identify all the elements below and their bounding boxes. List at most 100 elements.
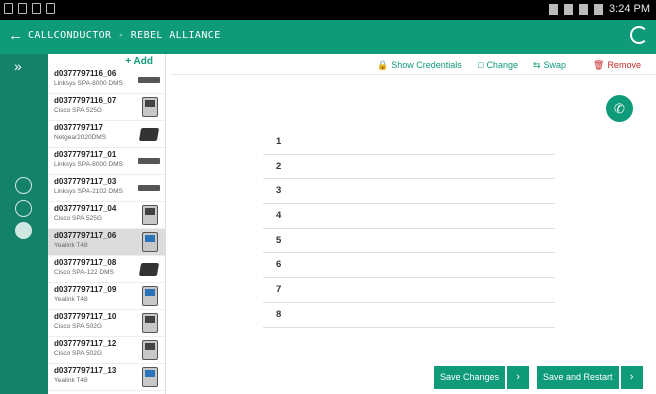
android-status-bar: 3:24 PM	[0, 0, 656, 20]
device-icon[interactable]	[15, 222, 32, 239]
line-number: 6	[276, 259, 282, 271]
battery-icon	[594, 3, 604, 15]
line-row[interactable]: 8	[263, 303, 555, 328]
swap-icon: ⇆	[533, 60, 541, 70]
device-image	[138, 205, 160, 225]
refresh-icon[interactable]	[630, 26, 648, 44]
double-chevron-right-icon[interactable]: »	[14, 58, 22, 74]
device-list-item[interactable]: d0377797117_03 Linksys SPA-2102 DMS	[48, 175, 165, 202]
main-panel: 🔒 Show Credentials □ Change ⇆ Swap 🗑 Remove …	[171, 54, 656, 394]
device-model: Cisco SPA 525G	[54, 107, 102, 114]
device-thumbnail	[138, 263, 160, 276]
device-name: d0377797117_12	[54, 339, 117, 348]
device-image	[138, 70, 160, 90]
arrow-left-icon[interactable]: ←	[8, 27, 23, 45]
device-image	[138, 259, 160, 279]
call-button[interactable]: ✆	[606, 95, 633, 122]
building-icon[interactable]	[15, 177, 32, 194]
device-model: Linksys SPA-8000 DMS	[54, 161, 123, 168]
save-changes-arrow[interactable]: ›	[507, 366, 530, 389]
save-changes-button[interactable]: Save Changes	[434, 366, 506, 389]
line-number: 7	[276, 284, 282, 296]
device-image	[138, 286, 160, 306]
device-thumbnail	[138, 77, 160, 83]
device-image	[138, 124, 160, 144]
device-model: Cisco SPA 525G	[54, 215, 102, 222]
signal-icon	[579, 3, 589, 15]
wifi-icon	[564, 3, 574, 15]
device-list-item[interactable]: d0377797116_06 Linksys SPA-8000 DMS	[48, 67, 165, 94]
show-credentials-button[interactable]: 🔒 Show Credentials	[377, 60, 462, 71]
remove-button[interactable]: 🗑 Remove	[593, 60, 641, 71]
change-icon: □	[478, 60, 484, 70]
line-number: 2	[276, 160, 282, 172]
notification-icon	[18, 3, 27, 14]
device-model: Cisco SPA 502G	[54, 350, 102, 357]
device-name: d0377797117_03	[54, 177, 117, 186]
device-thumbnail	[142, 97, 158, 117]
device-thumbnail	[138, 185, 160, 191]
line-number: 1	[276, 136, 282, 147]
user-icon[interactable]	[15, 200, 32, 217]
line-number: 3	[276, 185, 282, 197]
device-list-item[interactable]: d0377797117_06 Yealink T48	[48, 229, 165, 256]
device-list-item[interactable]: d0377797117_01 Linksys SPA-8000 DMS	[48, 148, 165, 175]
line-row[interactable]: 4	[263, 204, 555, 229]
device-image	[138, 367, 160, 387]
device-thumbnail	[142, 232, 158, 252]
device-list: d0377797116_06 Linksys SPA-8000 DMS d03777…	[48, 67, 165, 391]
device-thumbnail	[138, 158, 160, 164]
device-model: Cisco SPA 502G	[54, 323, 102, 330]
device-model: Yealink T48	[54, 242, 88, 249]
bluetooth-icon	[549, 3, 559, 15]
swap-button[interactable]: ⇆ Swap	[533, 60, 566, 71]
line-row[interactable]: 1	[263, 130, 555, 155]
save-and-restart-group: Save and Restart ›	[537, 366, 643, 389]
add-device-button[interactable]: + Add	[125, 56, 153, 67]
device-name: d0377797117_08	[54, 258, 117, 267]
app-title: CALLCONDUCTOR - REBEL ALLIANCE	[28, 30, 221, 41]
device-model: Yealink T48	[54, 296, 88, 303]
line-row[interactable]: 7	[263, 278, 555, 303]
device-name: d0377797117	[54, 123, 103, 132]
device-name: d0377797117_06	[54, 231, 117, 240]
notification-icons	[4, 3, 55, 14]
device-list-item[interactable]: d0377797117_08 Cisco SPA-122 DMS	[48, 256, 165, 283]
nav-rail: »	[0, 54, 48, 394]
device-name: d0377797116_07	[54, 96, 117, 105]
device-model: Linksys SPA-8000 DMS	[54, 80, 123, 87]
save-and-restart-arrow[interactable]: ›	[620, 366, 643, 389]
line-row[interactable]: 3	[263, 179, 555, 205]
line-row[interactable]: 6	[263, 253, 555, 279]
line-row[interactable]: 2	[263, 155, 555, 180]
device-thumbnail	[142, 205, 158, 225]
trash-icon: 🗑	[593, 60, 605, 70]
notification-icon	[46, 3, 55, 14]
change-button[interactable]: □ Change	[478, 60, 518, 70]
device-model: Yealink T48	[54, 377, 88, 384]
device-list-item[interactable]: d0377797117_04 Cisco SPA 525G	[48, 202, 165, 229]
device-image	[138, 313, 160, 333]
save-and-restart-button[interactable]: Save and Restart	[537, 366, 619, 389]
device-list-item[interactable]: d0377797117_09 Yealink T48	[48, 283, 165, 310]
device-list-item[interactable]: d0377797117_12 Cisco SPA 502G	[48, 337, 165, 364]
status-time: 3:24 PM	[609, 3, 650, 15]
device-image	[138, 232, 160, 252]
device-name: d0377797116_06	[54, 69, 117, 78]
device-thumbnail	[142, 340, 158, 360]
device-list-item[interactable]: d0377797117_10 Cisco SPA 502G	[48, 310, 165, 337]
lock-icon: 🔒	[377, 60, 389, 70]
device-list-item[interactable]: d0377797117_13 Yealink T48	[48, 364, 165, 391]
device-model: Cisco SPA-122 DMS	[54, 269, 114, 276]
save-changes-group: Save Changes ›	[434, 366, 530, 389]
phone-icon: ✆	[614, 101, 625, 116]
device-list-item[interactable]: d0377797117 Netgear2020DMS	[48, 121, 165, 148]
line-number: 4	[276, 210, 282, 222]
device-thumbnail	[142, 286, 158, 306]
device-name: d0377797117_09	[54, 285, 117, 294]
device-list-panel: + Add d0377797116_06 Linksys SPA-8000 DMS…	[48, 54, 166, 394]
device-image	[138, 151, 160, 171]
device-list-item[interactable]: d0377797116_07 Cisco SPA 525G	[48, 94, 165, 121]
device-toolbar: 🔒 Show Credentials □ Change ⇆ Swap 🗑 Remove	[171, 54, 656, 75]
line-row[interactable]: 5	[263, 229, 555, 254]
